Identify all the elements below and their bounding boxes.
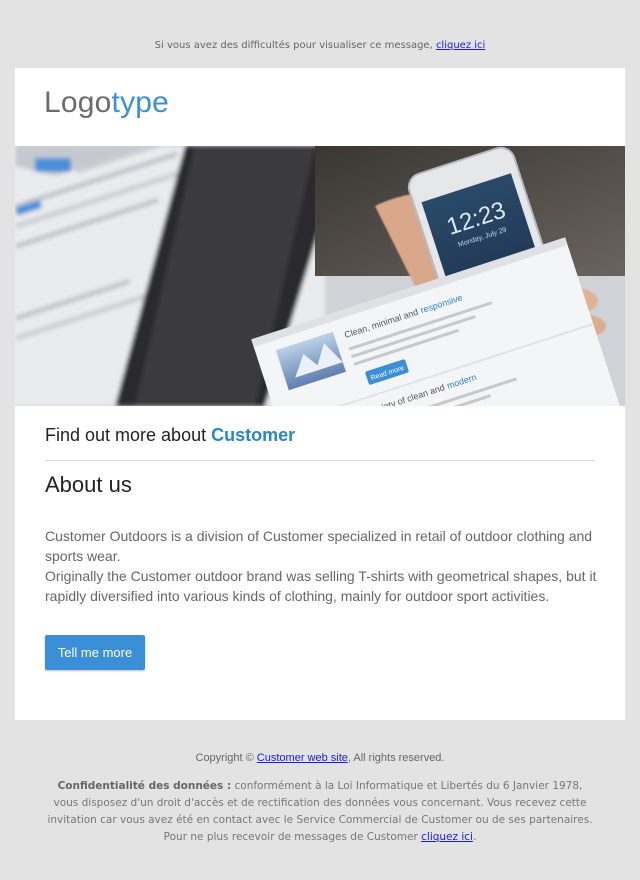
legal-end: . xyxy=(472,831,477,843)
hero-image: 12:23 Monday, July 29 Clean, minimal and… xyxy=(15,146,625,406)
copyright: Copyright © Customer web site, All right… xyxy=(0,752,640,764)
hero-illustration: 12:23 Monday, July 29 Clean, minimal and… xyxy=(15,146,625,406)
about-title: About us xyxy=(45,472,132,497)
legal-notice: Confidentialité des données : conforméme… xyxy=(45,778,595,846)
copyright-prefix: Copyright © xyxy=(195,752,257,764)
email-card: Logotype 12:23 Monday, July 29 Clean, mi… xyxy=(15,68,625,720)
find-out-more-heading: Find out more about Customer xyxy=(45,425,295,446)
logo-part-1: Logo xyxy=(44,86,112,119)
about-body: Customer Outdoors is a division of Custo… xyxy=(45,526,600,606)
preheader-view-link[interactable]: cliquez ici xyxy=(436,40,485,51)
legal-bold: Confidentialité des données : xyxy=(57,780,232,792)
logo-part-2: type xyxy=(111,86,170,119)
about-paragraph-2: Originally the Customer outdoor brand wa… xyxy=(45,568,597,604)
find-prefix: Find out more about xyxy=(45,425,212,445)
about-paragraph-1: Customer Outdoors is a division of Custo… xyxy=(45,528,593,564)
unsubscribe-link[interactable]: cliquez ici xyxy=(421,831,473,843)
tell-me-more-button[interactable]: Tell me more xyxy=(45,635,145,670)
preheader: Si vous avez des difficultés pour visual… xyxy=(0,40,640,51)
copyright-suffix: , All rights reserved. xyxy=(347,752,445,764)
section-divider xyxy=(45,460,595,461)
logo: Logotype xyxy=(44,86,169,120)
preheader-text: Si vous avez des difficultés pour visual… xyxy=(154,40,436,51)
customer-website-link[interactable]: Customer web site xyxy=(257,752,348,764)
find-brand: Customer xyxy=(211,425,296,445)
